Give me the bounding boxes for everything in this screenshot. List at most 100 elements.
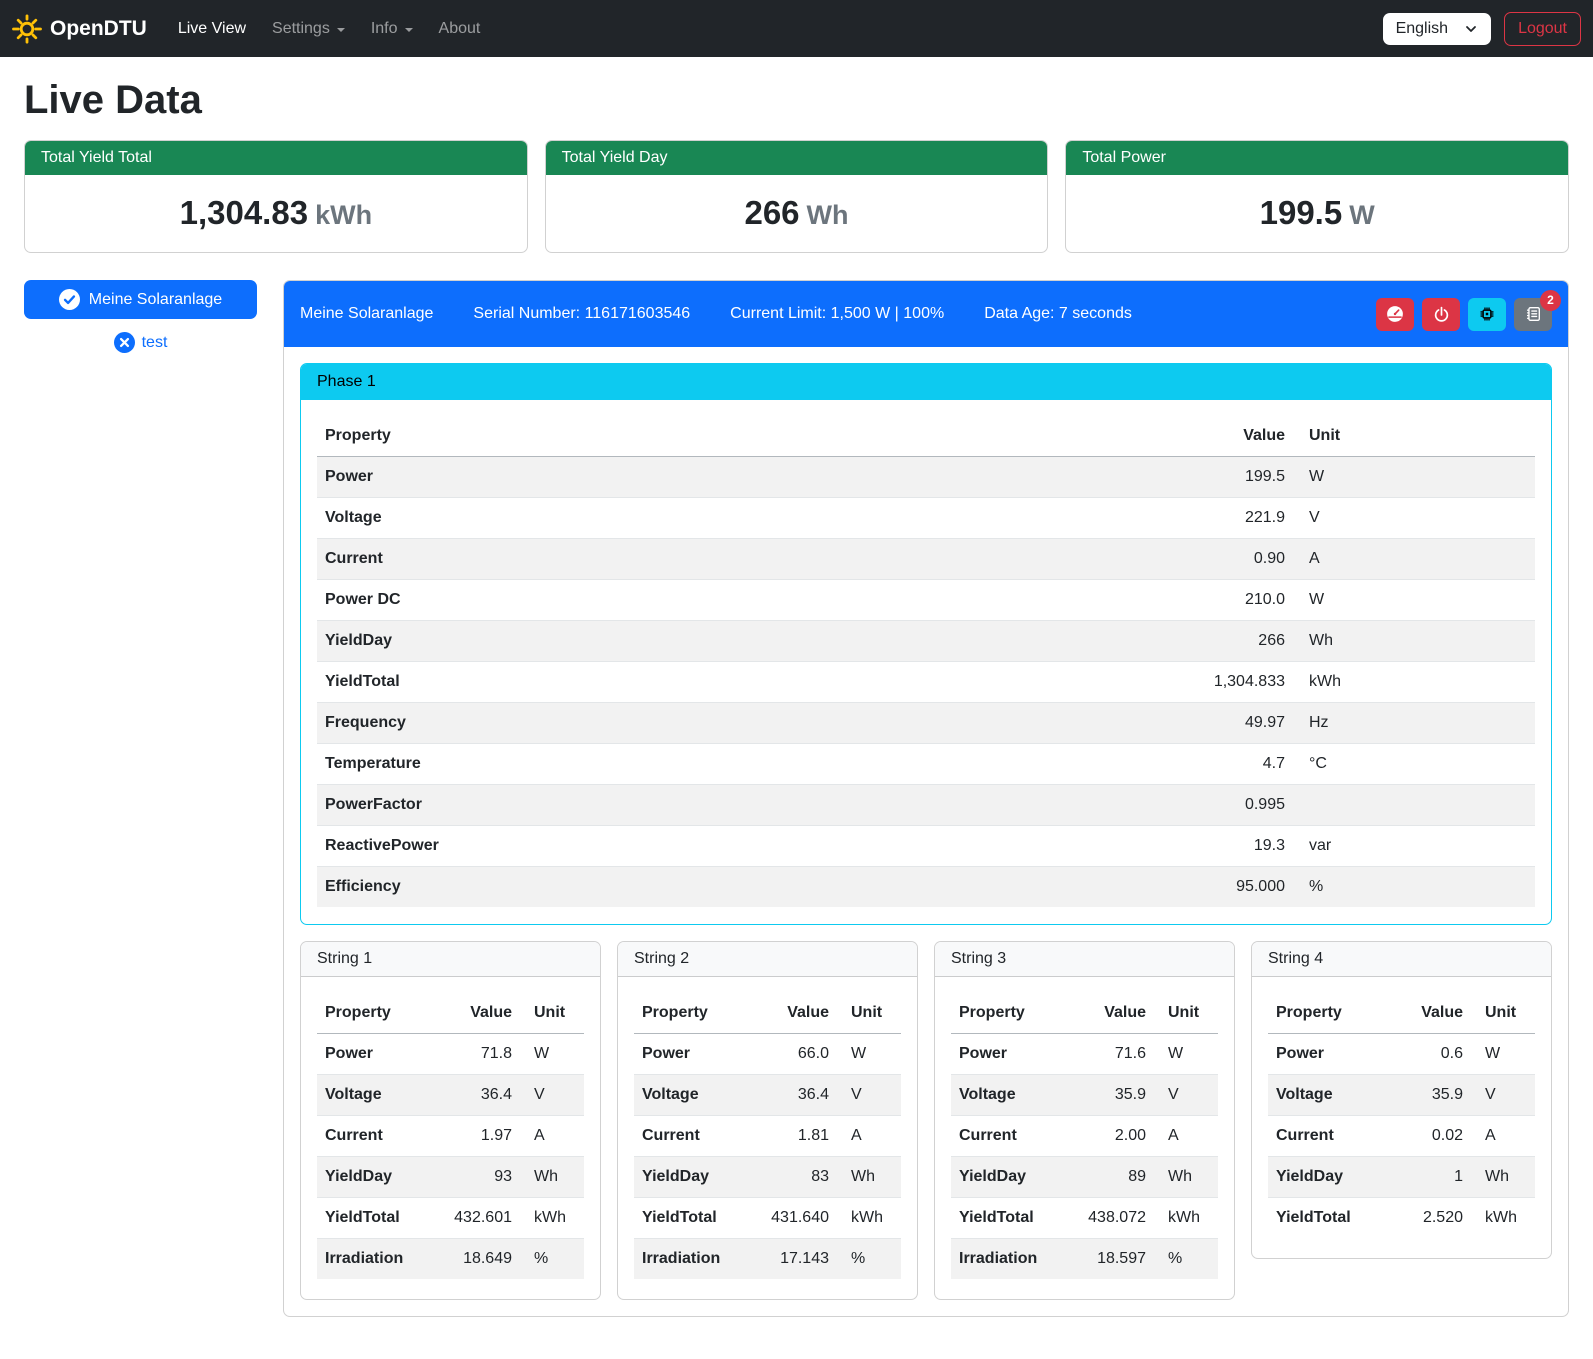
value-cell: 71.6 bbox=[1065, 1034, 1154, 1075]
brand[interactable]: OpenDTU bbox=[12, 14, 147, 44]
nav-item-label: Live View bbox=[178, 20, 246, 38]
table-row: Voltage35.9V bbox=[951, 1075, 1218, 1116]
unit-cell: Hz bbox=[1293, 703, 1535, 744]
device-info-button[interactable] bbox=[1468, 298, 1506, 331]
value-cell: 89 bbox=[1065, 1157, 1154, 1198]
unit-cell: kWh bbox=[837, 1198, 901, 1239]
sidebar-item-meine-solaranlage[interactable]: Meine Solaranlage bbox=[24, 280, 257, 319]
card-value: 266Wh bbox=[546, 175, 1048, 252]
phase-panel-header: Phase 1 bbox=[301, 364, 1551, 400]
table-row: Voltage35.9V bbox=[1268, 1075, 1535, 1116]
inverter-header: Meine Solaranlage Serial Number: 1161716… bbox=[284, 281, 1568, 347]
string-4-table: PropertyValueUnit Power0.6WVoltage35.9VC… bbox=[1268, 993, 1535, 1238]
inverter-limit: Current Limit: 1,500 W | 100% bbox=[730, 305, 944, 323]
string-card-header: String 3 bbox=[935, 942, 1234, 977]
event-log-button[interactable]: 2 bbox=[1514, 298, 1552, 331]
string-3-table: PropertyValueUnit Power71.6WVoltage35.9V… bbox=[951, 993, 1218, 1279]
table-row: Irradiation18.597% bbox=[951, 1239, 1218, 1280]
property-cell: Irradiation bbox=[951, 1239, 1065, 1280]
nav-item-about[interactable]: About bbox=[426, 12, 494, 46]
unit-cell: kWh bbox=[520, 1198, 584, 1239]
unit-cell: W bbox=[520, 1034, 584, 1075]
total-yield-total-card: Total Yield Total 1,304.83kWh bbox=[24, 140, 528, 253]
table-row: YieldDay89Wh bbox=[951, 1157, 1218, 1198]
property-cell: Current bbox=[634, 1116, 748, 1157]
column-header: Value bbox=[748, 993, 837, 1034]
value-cell: 1 bbox=[1392, 1157, 1471, 1198]
chevron-down-icon bbox=[337, 28, 345, 32]
value-cell: 36.4 bbox=[748, 1075, 837, 1116]
nav-item-info[interactable]: Info bbox=[358, 12, 426, 46]
inverter-body: Phase 1 PropertyValueUnit Power199.5WVol… bbox=[284, 347, 1568, 1316]
value-cell: 83 bbox=[748, 1157, 837, 1198]
table-row: Power71.6W bbox=[951, 1034, 1218, 1075]
string-4-card: String 4 PropertyValueUnit Power0.6WVolt… bbox=[1251, 941, 1552, 1259]
value-cell: 18.649 bbox=[431, 1239, 520, 1280]
nav-item-settings[interactable]: Settings bbox=[259, 12, 358, 46]
phase-panel-body: PropertyValueUnit Power199.5WVoltage221.… bbox=[301, 400, 1551, 924]
navbar-right: English Logout bbox=[1383, 12, 1581, 46]
column-header: Value bbox=[1392, 993, 1471, 1034]
table-row: Current1.81A bbox=[634, 1116, 901, 1157]
value-cell: 221.9 bbox=[1163, 498, 1293, 539]
top-navbar: OpenDTU Live View Settings Info About En… bbox=[0, 0, 1593, 57]
value-cell: 18.597 bbox=[1065, 1239, 1154, 1280]
value-cell: 0.90 bbox=[1163, 539, 1293, 580]
inverter-data-age: Data Age: 7 seconds bbox=[984, 305, 1132, 323]
value-text: 1,304.83 bbox=[180, 194, 308, 231]
logout-button[interactable]: Logout bbox=[1504, 12, 1581, 46]
string-3-card: String 3 PropertyValueUnit Power71.6WVol… bbox=[934, 941, 1235, 1300]
nav-item-live-view[interactable]: Live View bbox=[165, 12, 259, 46]
table-row: Power DC210.0W bbox=[317, 580, 1535, 621]
property-cell: Power bbox=[317, 1034, 431, 1075]
value-cell: 17.143 bbox=[748, 1239, 837, 1280]
column-header: Property bbox=[317, 993, 431, 1034]
unit-cell: W bbox=[1471, 1034, 1535, 1075]
value-cell: 431.640 bbox=[748, 1198, 837, 1239]
table-row: Temperature4.7°C bbox=[317, 744, 1535, 785]
language-select[interactable]: English bbox=[1383, 13, 1491, 45]
column-header: Value bbox=[1163, 416, 1293, 457]
cpu-icon bbox=[1478, 305, 1496, 323]
power-control-button[interactable] bbox=[1422, 298, 1460, 331]
table-head: PropertyValueUnit bbox=[317, 993, 584, 1034]
column-header: Property bbox=[1268, 993, 1392, 1034]
column-header: Property bbox=[317, 416, 1163, 457]
value-cell: 71.8 bbox=[431, 1034, 520, 1075]
table-row: Power66.0W bbox=[634, 1034, 901, 1075]
property-cell: Power bbox=[634, 1034, 748, 1075]
unit-cell: V bbox=[520, 1075, 584, 1116]
string-2-card: String 2 PropertyValueUnit Power66.0WVol… bbox=[617, 941, 918, 1300]
table-head: PropertyValueUnit bbox=[1268, 993, 1535, 1034]
property-cell: ReactivePower bbox=[317, 826, 1163, 867]
column-header: Unit bbox=[1154, 993, 1218, 1034]
property-cell: Irradiation bbox=[317, 1239, 431, 1280]
limit-settings-button[interactable] bbox=[1376, 298, 1414, 331]
card-value: 1,304.83kWh bbox=[25, 175, 527, 252]
unit-cell: W bbox=[1293, 457, 1535, 498]
unit-cell: Wh bbox=[520, 1157, 584, 1198]
property-cell: YieldDay bbox=[634, 1157, 748, 1198]
unit-cell: W bbox=[837, 1034, 901, 1075]
inverter-toolbar: 2 bbox=[1376, 298, 1552, 331]
unit-cell: °C bbox=[1293, 744, 1535, 785]
value-cell: 0.02 bbox=[1392, 1116, 1471, 1157]
card-header: Total Power bbox=[1066, 141, 1568, 175]
unit-cell: Wh bbox=[1154, 1157, 1218, 1198]
property-cell: YieldTotal bbox=[634, 1198, 748, 1239]
card-header: Total Yield Day bbox=[546, 141, 1048, 175]
language-select-value: English bbox=[1396, 20, 1448, 38]
unit-cell: var bbox=[1293, 826, 1535, 867]
unit-cell: A bbox=[1154, 1116, 1218, 1157]
value-text: 266 bbox=[744, 194, 799, 231]
inverter-card: Meine Solaranlage Serial Number: 1161716… bbox=[283, 280, 1569, 1317]
sidebar-item-test[interactable]: test bbox=[24, 332, 257, 353]
value-cell: 432.601 bbox=[431, 1198, 520, 1239]
string-card-body: PropertyValueUnit Power71.8WVoltage36.4V… bbox=[301, 977, 600, 1299]
table-row: Current0.90A bbox=[317, 539, 1535, 580]
table-head: PropertyValueUnit bbox=[951, 993, 1218, 1034]
unit-cell: V bbox=[1154, 1075, 1218, 1116]
table-row: ReactivePower19.3var bbox=[317, 826, 1535, 867]
string-1-table: PropertyValueUnit Power71.8WVoltage36.4V… bbox=[317, 993, 584, 1279]
inverter-name: Meine Solaranlage bbox=[300, 305, 433, 323]
